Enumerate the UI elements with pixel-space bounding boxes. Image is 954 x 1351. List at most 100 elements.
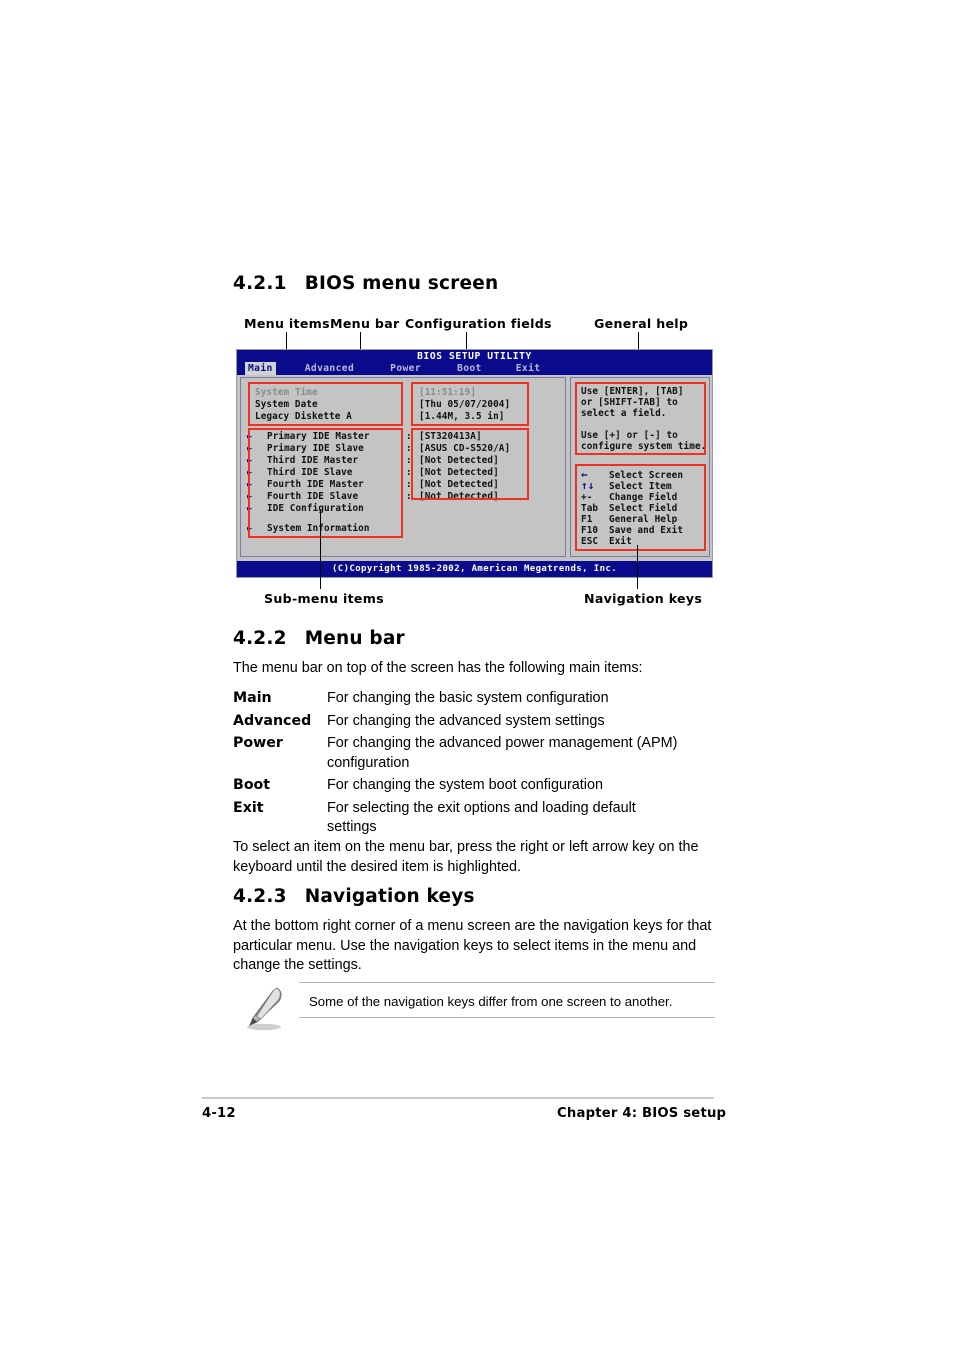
bios-submenu-name-3[interactable]: Third IDE Slave [267,468,352,478]
nav-key-label-6: ESC [581,536,599,547]
bios-submenu-sep-0: : [406,431,412,442]
bios-submenu-name-6[interactable]: IDE Configuration [267,504,364,514]
bios-setting-value-1[interactable]: [Thu 05/07/2004] [419,400,510,410]
submenu-arrow-icon-6: ► [247,504,253,514]
bios-submenu-name-4[interactable]: Fourth IDE Master [267,480,364,490]
section-title-422: Menu bar [304,628,405,649]
bios-body: System Time [11:51:19] System Date [Thu … [237,375,712,561]
nav-key-desc-5: Save and Exit [609,525,684,536]
bios-submenu-name-0[interactable]: Primary IDE Master [267,432,370,442]
menubar-item-exit: Exit For selecting the exit options and … [233,799,723,838]
section-title: BIOS menu screen [304,273,499,294]
submenu-arrow-icon-2: ► [247,456,253,466]
menubar-desc-exit: For selecting the exit options and loadi… [327,799,636,836]
section-heading-4-2-3: 4.2.3 Navigation keys [233,886,475,907]
menubar-desc-main: For changing the basic system configurat… [327,690,609,706]
bios-setting-value-0[interactable]: [11:51:19] [419,388,476,398]
menubar-term-main: Main [233,690,272,706]
bios-submenu-value-5[interactable]: [Not Detected] [419,492,499,502]
footer-divider [202,1097,714,1099]
nav-key-desc-1: Select Item [609,481,672,492]
menubar-item-power: Power For changing the advanced power ma… [233,734,723,773]
nav-key-desc-3: Select Field [609,503,678,514]
callout-configuration-fields: Configuration fields [405,316,552,331]
bios-submenu-value-0[interactable]: [ST320413A] [419,432,482,442]
section-heading-4-2-1: 4.2.1 BIOS menu screen [233,273,498,294]
bios-setting-name-0[interactable]: System Time [255,388,318,398]
menubar-term-power: Power [233,735,283,751]
bios-help-line-1: or [SHIFT-TAB] to [581,397,678,408]
footer-chapter-label: Chapter 4: BIOS setup [557,1106,727,1121]
bios-submenu-sep-5: : [406,491,412,502]
pencil-icon [247,987,282,1031]
bios-submenu-value-2[interactable]: [Not Detected] [419,456,499,466]
nav-key-label-3: Tab [581,503,599,514]
bios-setting-name-1[interactable]: System Date [255,400,318,410]
nav-key-label-2: +- [581,492,593,503]
bios-submenu-name-7[interactable]: System Information [267,524,370,534]
submenu-arrow-icon-1: ► [247,444,253,454]
nav-key-desc-2: Change Field [609,492,678,503]
callout-menu-bar: Menu bar [330,316,400,331]
callout-menu-items: Menu items [244,316,330,331]
menubar-item-advanced: Advanced For changing the advanced syste… [233,712,723,732]
bios-title-bar: BIOS SETUP UTILITY Main Advanced Power B… [237,350,712,375]
menubar-term-exit: Exit [233,799,264,816]
footer-page-number: 4-12 [202,1106,236,1121]
bios-submenu-value-3[interactable]: [Not Detected] [419,468,499,478]
callout-leader-submenu-items [320,509,321,589]
callout-submenu-items: Sub-menu items [264,591,384,606]
section-title-423: Navigation keys [304,886,475,907]
menubar-term-advanced: Advanced [233,712,312,729]
bios-submenu-name-2[interactable]: Third IDE Master [267,456,358,466]
bios-tab-main[interactable]: Main [245,361,276,375]
menubar-desc-advanced: For changing the advanced system setting… [327,712,605,729]
bios-copyright-text: (C)Copyright 1985-2002, American Megatre… [331,564,618,574]
bios-help-line-4: Use [+] or [-] to [581,430,678,441]
nav-key-desc-6: Exit [609,536,632,547]
bios-submenu-value-4[interactable]: [Not Detected] [419,480,499,490]
bios-setting-value-2[interactable]: [1.44M, 3.5 in] [419,412,504,422]
bios-tab-exit[interactable]: Exit [513,362,544,375]
bios-copyright-bar: (C)Copyright 1985-2002, American Megatre… [237,561,712,577]
nav-key-updown-arrow-icon: ↑↓ [581,479,595,492]
submenu-arrow-icon-5: ► [247,492,253,502]
menubar-definition-list: Main For changing the basic system confi… [233,689,723,841]
bios-tab-advanced[interactable]: Advanced [302,362,357,375]
bios-main-panel: System Time [11:51:19] System Date [Thu … [240,377,566,557]
bios-submenu-sep-2: : [406,455,412,466]
bios-submenu-name-5[interactable]: Fourth IDE Slave [267,492,358,502]
bios-help-panel: Use [ENTER], [TAB] or [SHIFT-TAB] to sel… [570,377,710,557]
section-number-423: 4.2.3 [233,886,287,907]
menubar-desc-power: For changing the advanced power manageme… [327,735,678,771]
note-top-rule [299,982,715,983]
bios-tab-power[interactable]: Power [387,362,424,375]
bios-help-line-2: select a field. [581,408,667,419]
page: 4.2.1 BIOS menu screen Menu items Menu ba… [0,0,954,1351]
callout-navigation-keys: Navigation keys [584,591,703,606]
bios-tab-boot[interactable]: Boot [454,362,485,375]
submenu-arrow-icon-0: ► [247,432,253,442]
bios-help-line-5: configure system time. [581,441,707,452]
bios-submenu-value-1[interactable]: [ASUS CD-S520/A] [419,444,510,454]
bios-setup-screenshot: BIOS SETUP UTILITY Main Advanced Power B… [236,349,713,578]
menubar-desc-boot: For changing the system boot configurati… [327,777,603,793]
menubar-outro-text: To select an item on the menu bar, press… [233,839,699,875]
navkeys-paragraph: At the bottom right corner of a menu scr… [233,918,712,973]
bios-menu-bar: Main Advanced Power Boot Exit [237,361,712,375]
note-bottom-rule [299,1017,715,1018]
nav-key-desc-0: Select Screen [609,470,684,481]
bios-submenu-name-1[interactable]: Primary IDE Slave [267,444,364,454]
callout-leader-navigation-keys [637,545,638,589]
section-number: 4.2.1 [233,273,287,294]
menubar-term-boot: Boot [233,777,271,793]
submenu-arrow-icon-4: ► [247,480,253,490]
nav-key-label-4: F1 [581,514,593,525]
bios-setting-name-2[interactable]: Legacy Diskette A [255,412,352,422]
nav-key-label-5: F10 [581,525,599,536]
submenu-arrow-icon-3: ► [247,468,253,478]
section-heading-4-2-2: 4.2.2 Menu bar [233,628,405,649]
menubar-item-boot: Boot For changing the system boot config… [233,776,723,796]
menubar-intro-text: The menu bar on top of the screen has th… [233,660,643,676]
note-text: Some of the navigation keys differ from … [309,994,673,1009]
